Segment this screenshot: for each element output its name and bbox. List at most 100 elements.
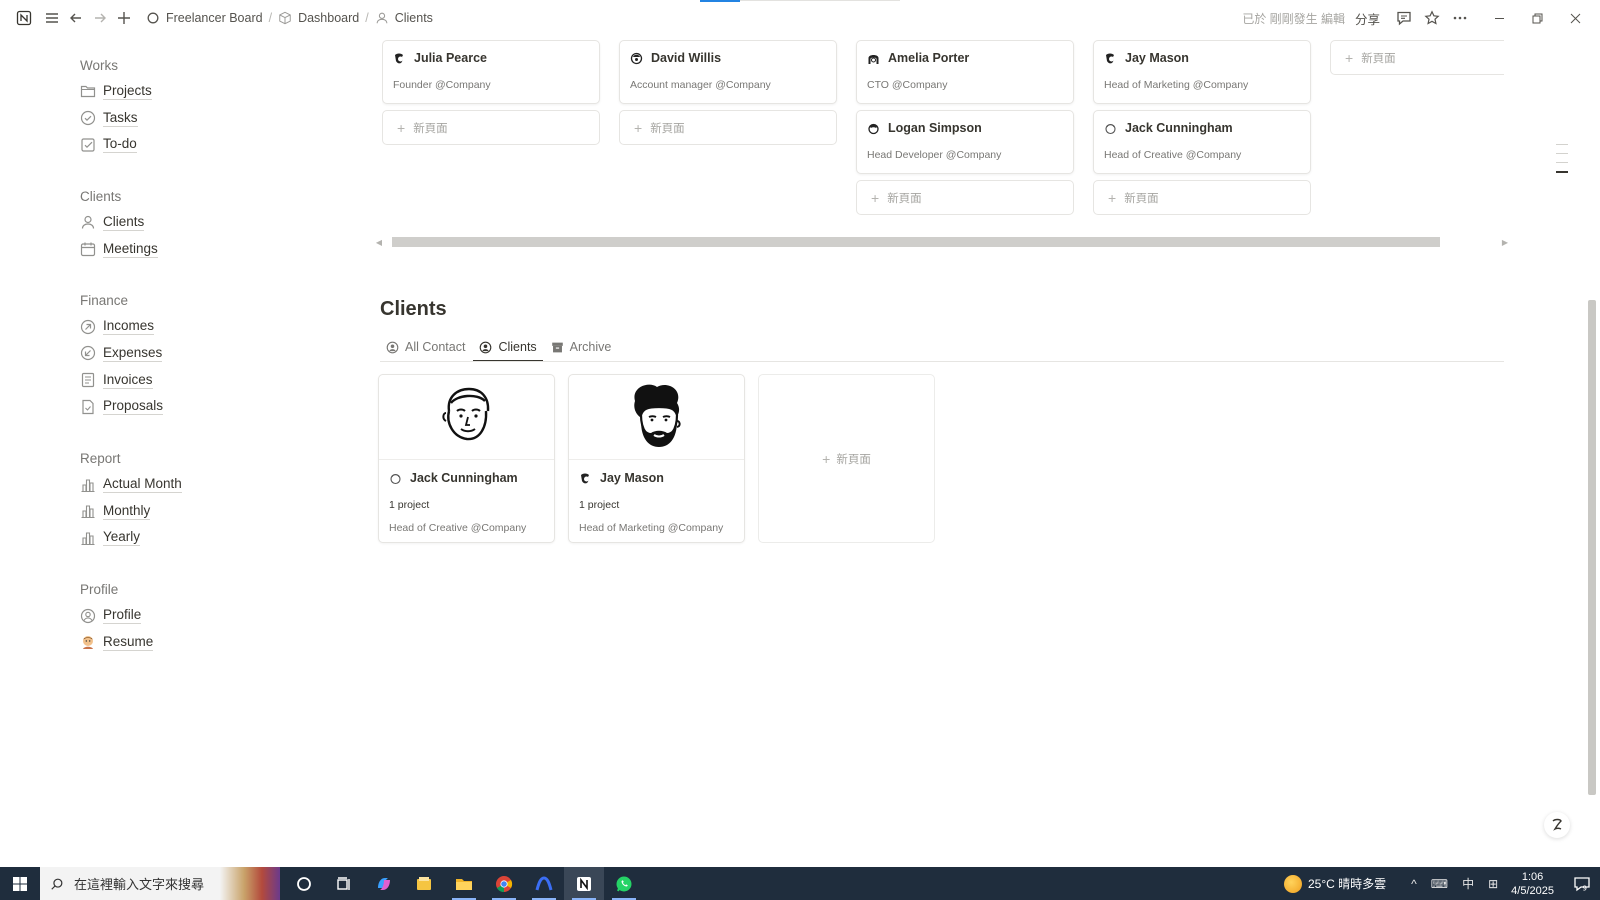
card-name: Jay Mason — [1125, 51, 1189, 65]
sidebar-item-label: Projects — [103, 82, 152, 100]
tab-all-contact[interactable]: All Contact — [380, 333, 471, 361]
notion-ai-icon[interactable] — [1544, 812, 1570, 838]
sidebar-item-label: Monthly — [103, 502, 151, 520]
plus-icon: + — [1108, 189, 1117, 206]
clients-heading: Clients — [380, 298, 447, 320]
board-card[interactable]: Amelia Porter CTO @Company — [856, 40, 1074, 104]
breadcrumb-label: Dashboard — [298, 11, 360, 25]
back-arrow-icon[interactable] — [64, 6, 88, 30]
arc-browser-icon[interactable] — [524, 867, 564, 900]
table-of-contents-indicator[interactable] — [1556, 144, 1570, 181]
gallery-new-page-button[interactable]: + 新頁面 — [758, 374, 935, 543]
task-view-icon[interactable] — [324, 867, 364, 900]
weather-text: 25°C 晴時多雲 — [1307, 877, 1387, 891]
file-explorer-icon[interactable] — [444, 867, 484, 900]
board-card[interactable]: Julia Pearce Founder @Company — [382, 40, 600, 104]
gallery-card[interactable]: Jay Mason 1 project Head of Marketing @C… — [568, 374, 745, 543]
sidebar-item-incomes[interactable]: Incomes — [80, 313, 300, 340]
share-button[interactable]: 分享 — [1355, 9, 1380, 28]
sidebar-item-projects[interactable]: Projects — [80, 78, 300, 105]
scrollbar-thumb[interactable] — [392, 237, 1440, 247]
minimize-icon[interactable] — [1480, 0, 1518, 36]
sidebar-section-title: Clients — [80, 188, 122, 204]
board-card[interactable]: Jack Cunningham Head of Creative @Compan… — [1093, 110, 1311, 174]
breadcrumb-dashboard[interactable]: Dashboard — [274, 9, 363, 27]
weather-widget[interactable]: 25°C 晴時多雲 — [1283, 874, 1387, 893]
scroll-right-icon[interactable]: ▶ — [1500, 236, 1510, 248]
more-options-icon[interactable] — [1446, 4, 1474, 32]
new-page-button[interactable]: + 新頁面 — [619, 110, 837, 145]
sidebar-item-resume[interactable]: Resume — [80, 629, 300, 656]
bar-chart-icon — [80, 503, 96, 519]
taskbar-search-box[interactable]: 在這裡輸入文字來搜尋 — [40, 867, 280, 900]
windows-start-icon[interactable] — [0, 867, 40, 900]
avatar-illustration — [633, 384, 681, 447]
sidebar-item-profile[interactable]: Profile — [80, 602, 300, 629]
scroll-left-icon[interactable]: ◀ — [374, 236, 384, 248]
tab-clients[interactable]: Clients — [473, 333, 543, 362]
file-manager-icon[interactable] — [404, 867, 444, 900]
board-card[interactable]: Logan Simpson Head Developer @Company — [856, 110, 1074, 174]
ime-indicator[interactable]: 中 — [1462, 875, 1474, 892]
board-card[interactable]: David Willis Account manager @Company — [619, 40, 837, 104]
gallery-card[interactable]: Jack Cunningham 1 project Head of Creati… — [378, 374, 555, 543]
new-tab-plus-icon[interactable] — [112, 6, 136, 30]
sidebar-item-monthly[interactable]: Monthly — [80, 498, 300, 525]
sidebar-item-meetings[interactable]: Meetings — [80, 236, 300, 263]
ime-mode-icon[interactable]: ⊞ — [1488, 877, 1498, 891]
sidebar-item-tasks[interactable]: Tasks — [80, 105, 300, 132]
sidebar-section-report: Report Actual Month Monthly Yearly — [80, 445, 300, 551]
new-page-button[interactable]: + 新頁面 — [382, 110, 600, 145]
windows-taskbar: 在這裡輸入文字來搜尋 25°C 晴時多雲 ^ ⌨ 中 ⊞ 1:06 4/5/20… — [0, 867, 1600, 900]
toc-line-active[interactable] — [1556, 171, 1568, 173]
sidebar-item-label: Incomes — [103, 318, 155, 336]
notion-app-icon[interactable] — [564, 867, 604, 900]
board-horizontal-scrollbar[interactable]: ◀ ▶ — [376, 236, 1508, 248]
sidebar-item-label: Profile — [103, 607, 142, 625]
forward-arrow-icon[interactable] — [88, 6, 112, 30]
clock[interactable]: 1:06 4/5/2025 — [1511, 870, 1554, 898]
whatsapp-icon[interactable] — [604, 867, 644, 900]
system-tray: 25°C 晴時多雲 ^ ⌨ 中 ⊞ 1:06 4/5/2025 9 — [1283, 867, 1600, 900]
sidebar-item-expenses[interactable]: Expenses — [80, 340, 300, 367]
page-vertical-scrollbar[interactable] — [1588, 300, 1596, 795]
tab-label: Clients — [498, 340, 537, 354]
sidebar-item-actual-month[interactable]: Actual Month — [80, 471, 300, 498]
toc-line[interactable] — [1556, 144, 1568, 145]
sidebar-item-proposals[interactable]: Proposals — [80, 394, 300, 421]
sidebar-item-to-do[interactable]: To-do — [80, 131, 300, 158]
breadcrumb-label: Freelancer Board — [166, 11, 263, 25]
keyboard-icon[interactable]: ⌨ — [1431, 877, 1448, 891]
copilot-icon[interactable] — [364, 867, 404, 900]
new-page-button[interactable]: + 新頁面 — [1330, 40, 1504, 75]
card-name: David Willis — [651, 51, 722, 65]
restore-icon[interactable] — [1518, 0, 1556, 36]
sidebar-item-label: Invoices — [103, 371, 153, 389]
avatar-icon — [579, 472, 592, 485]
board-card[interactable]: Jay Mason Head of Marketing @Company — [1093, 40, 1311, 104]
notification-center-icon[interactable]: 9 — [1564, 875, 1600, 893]
contacts-board: Julia Pearce Founder @Company + 新頁面 David… — [382, 40, 1504, 236]
notion-logo-icon[interactable] — [12, 6, 36, 30]
breadcrumb-clients[interactable]: Clients — [371, 9, 437, 27]
sidebar-item-yearly[interactable]: Yearly — [80, 525, 300, 552]
comment-icon[interactable] — [1390, 4, 1418, 32]
toc-line[interactable] — [1556, 162, 1568, 163]
toc-line[interactable] — [1556, 153, 1568, 154]
search-placeholder: 在這裡輸入文字來搜尋 — [74, 877, 205, 892]
card-name: Jack Cunningham — [1125, 121, 1233, 135]
sidebar-item-invoices[interactable]: Invoices — [80, 367, 300, 394]
new-page-label: 新頁面 — [1124, 192, 1159, 205]
close-icon[interactable] — [1556, 0, 1594, 36]
sidebar-item-clients[interactable]: Clients — [80, 209, 300, 236]
new-page-button[interactable]: + 新頁面 — [856, 180, 1074, 215]
new-page-button[interactable]: + 新頁面 — [1093, 180, 1311, 215]
star-icon[interactable] — [1418, 4, 1446, 32]
sidebar-item-label: Actual Month — [103, 476, 182, 494]
cortana-icon[interactable] — [284, 867, 324, 900]
chrome-icon[interactable] — [484, 867, 524, 900]
breadcrumb-freelancer-board[interactable]: Freelancer Board — [142, 9, 267, 27]
menu-icon[interactable] — [40, 6, 64, 30]
chevron-up-icon[interactable]: ^ — [1411, 877, 1417, 891]
tab-archive[interactable]: Archive — [545, 333, 618, 361]
